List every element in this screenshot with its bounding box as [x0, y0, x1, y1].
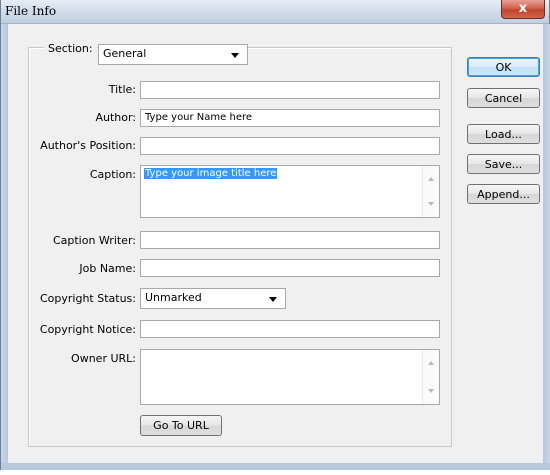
owner-url-label: Owner URL: — [71, 352, 136, 365]
caption-selected-text: Type your image title here — [144, 168, 278, 179]
chevron-down-icon — [269, 297, 277, 302]
go-to-url-button[interactable]: Go To URL — [140, 415, 222, 436]
copyright-status-label: Copyright Status: — [39, 292, 136, 305]
title-label: Title: — [108, 83, 136, 96]
copyright-notice-field[interactable] — [140, 320, 440, 338]
ok-button[interactable]: OK — [467, 57, 540, 77]
window-frame-bottom — [1, 463, 550, 470]
close-button[interactable]: x — [501, 0, 545, 19]
caption-writer-field[interactable] — [140, 231, 440, 249]
scroll-up-arrow-icon[interactable] — [428, 361, 434, 365]
title-bar: File Info x — [1, 0, 549, 24]
author-label: Author: — [95, 111, 136, 124]
append-button[interactable]: Append... — [467, 184, 540, 204]
section-label: Section: — [48, 41, 93, 55]
scroll-up-arrow-icon[interactable] — [428, 177, 434, 181]
scroll-down-arrow-icon[interactable] — [428, 389, 434, 393]
save-button[interactable]: Save... — [467, 154, 540, 174]
caption-writer-label: Caption Writer: — [52, 234, 136, 247]
copyright-status-dropdown[interactable]: Unmarked — [140, 288, 286, 309]
window-title: File Info — [5, 4, 57, 18]
author-position-field[interactable] — [140, 137, 440, 155]
title-field[interactable] — [140, 81, 440, 99]
author-field[interactable]: Type your Name here — [140, 109, 440, 127]
copyright-status-value: Unmarked — [145, 291, 202, 304]
caption-label: Caption: — [89, 168, 136, 181]
job-name-field[interactable] — [140, 259, 440, 277]
copyright-notice-label: Copyright Notice: — [39, 323, 136, 336]
close-icon: x — [518, 1, 528, 16]
owner-url-textarea[interactable] — [140, 349, 440, 405]
cancel-button[interactable]: Cancel — [467, 88, 540, 108]
caption-textarea[interactable]: Type your image title here — [140, 165, 440, 218]
section-dropdown-value: General — [103, 47, 147, 60]
window-frame-right — [543, 24, 550, 470]
load-button[interactable]: Load... — [467, 124, 540, 144]
scroll-down-arrow-icon[interactable] — [428, 202, 434, 206]
author-position-label: Author's Position: — [40, 139, 136, 152]
job-name-label: Job Name: — [79, 262, 136, 275]
window-frame-left — [1, 24, 8, 470]
owner-url-scrollbar[interactable] — [422, 350, 439, 404]
section-dropdown[interactable]: General — [98, 44, 248, 65]
section-legend: Section: — [44, 39, 97, 57]
chevron-down-icon — [231, 53, 239, 58]
caption-scrollbar[interactable] — [422, 166, 439, 217]
